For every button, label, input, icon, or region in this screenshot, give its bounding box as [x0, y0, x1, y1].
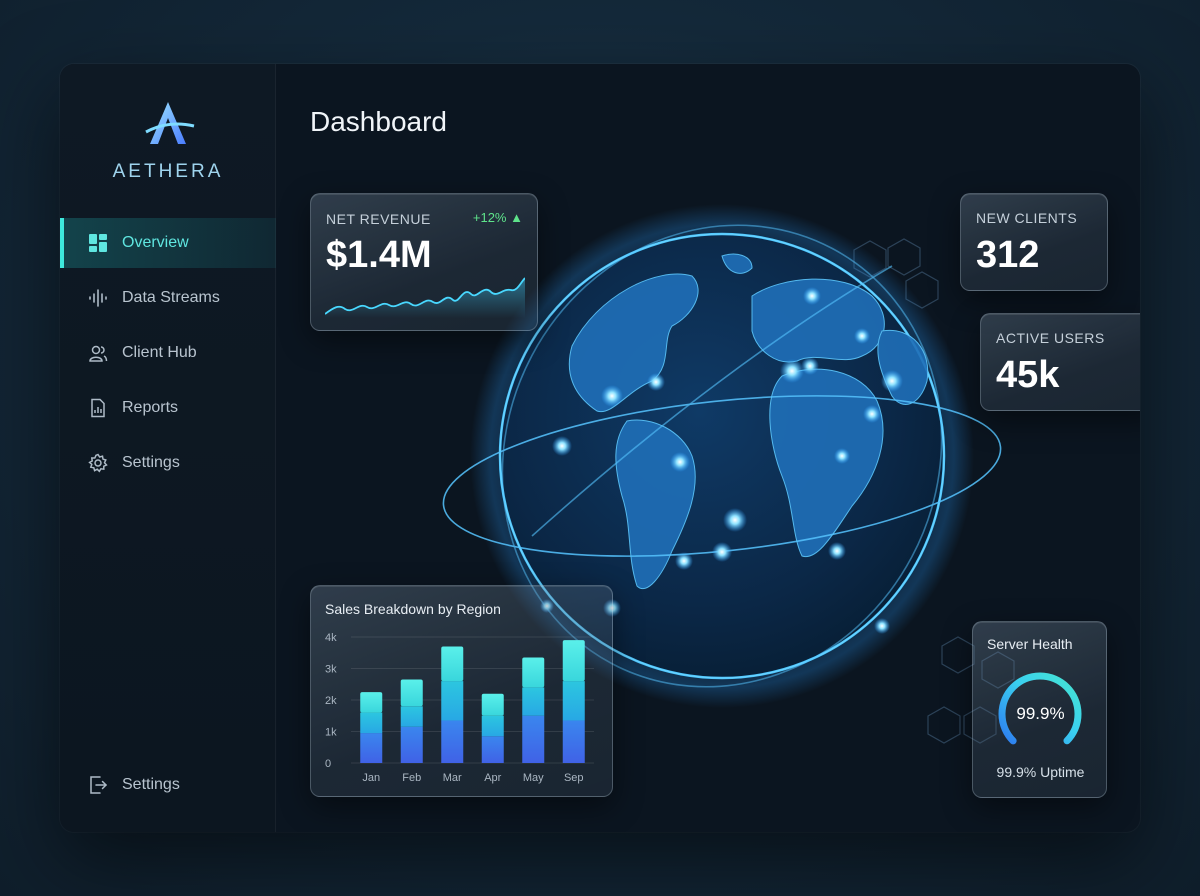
server-uptime-text: 99.9% Uptime — [996, 764, 1085, 780]
bar-segment[interactable] — [441, 681, 464, 721]
server-health-value: 99.9% — [1016, 704, 1065, 723]
sidebar-item-client-hub[interactable]: Client Hub — [60, 328, 276, 378]
revenue-label: NET REVENUE — [326, 211, 431, 227]
bar-segment[interactable] — [522, 687, 545, 716]
sidebar-item-label: Settings — [122, 776, 180, 793]
grid-icon — [88, 233, 108, 253]
brand: AETHERA — [60, 98, 276, 183]
sidebar-item-label: Settings — [122, 454, 180, 471]
sales-chart-card[interactable]: Sales Breakdown by Region 0 1k 2k 3k 4k … — [310, 585, 613, 797]
active-users-label: ACTIVE USERS — [996, 330, 1105, 346]
sidebar-nav: Overview Data Streams Client Hub Reports — [60, 218, 276, 493]
sidebar-item-label: Data Streams — [122, 289, 220, 306]
sidebar-bottom: Settings — [60, 760, 276, 815]
new-clients-label: NEW CLIENTS — [976, 210, 1078, 226]
logo-icon — [145, 102, 195, 144]
main-content: Dashboard NET REVENUE +12% ▲ $1.4M NEW C… — [276, 64, 1140, 832]
sidebar-item-overview[interactable]: Overview — [60, 218, 276, 268]
x-tick-label: May — [523, 772, 544, 784]
bar-segment[interactable] — [400, 706, 423, 727]
bar-segment[interactable] — [481, 736, 504, 763]
bar-segment[interactable] — [522, 715, 545, 763]
revenue-card[interactable]: NET REVENUE +12% ▲ $1.4M — [310, 193, 538, 331]
logout-icon — [88, 775, 108, 795]
bar-segment[interactable] — [481, 693, 504, 716]
revenue-sparkline — [325, 277, 525, 318]
server-health-card[interactable]: Server Health 99.9% 99.9% Uptime — [972, 621, 1107, 798]
sidebar-item-settings[interactable]: Settings — [60, 438, 276, 488]
active-users-value: 45k — [996, 354, 1060, 396]
sidebar-item-label: Reports — [122, 399, 179, 416]
sidebar-item-reports[interactable]: Reports — [60, 383, 276, 433]
bar-segment[interactable] — [562, 720, 585, 763]
bar-segment[interactable] — [360, 712, 383, 734]
active-users-card[interactable]: ACTIVE USERS 45k — [980, 313, 1140, 411]
bar-segment[interactable] — [400, 679, 423, 707]
bar-segment[interactable] — [441, 646, 464, 682]
sidebar: AETHERA Overview Data Streams Client Hub — [60, 64, 276, 832]
bar-segment[interactable] — [400, 726, 423, 763]
x-tick-label: Feb — [402, 772, 421, 784]
x-tick-label: Sep — [564, 772, 584, 784]
x-tick-label: Mar — [443, 772, 462, 784]
new-clients-card[interactable]: NEW CLIENTS 312 — [960, 193, 1108, 291]
bar-segment[interactable] — [360, 733, 383, 763]
triangle-up-icon: ▲ — [510, 210, 523, 225]
app-window: AETHERA Overview Data Streams Client Hub — [60, 64, 1140, 832]
server-health-title: Server Health — [987, 636, 1073, 652]
bar-segment[interactable] — [481, 715, 504, 737]
sales-bar-chart: 0 1k 2k 3k 4k Jan Feb Mar Apr May Sep — [325, 632, 594, 784]
bar-segment[interactable] — [360, 692, 383, 713]
new-clients-value: 312 — [976, 234, 1040, 276]
bar-segment[interactable] — [562, 640, 585, 682]
gear-icon — [88, 453, 108, 473]
sidebar-item-label: Overview — [122, 234, 189, 251]
y-tick-label: 1k — [325, 727, 337, 739]
waveform-icon — [88, 288, 108, 308]
bar-segment[interactable] — [441, 720, 464, 763]
x-tick-label: Jan — [362, 772, 380, 784]
report-icon — [88, 398, 108, 418]
bar-segment[interactable] — [562, 681, 585, 721]
sidebar-item-bottom-settings[interactable]: Settings — [60, 760, 276, 810]
revenue-delta-badge: +12% ▲ — [472, 210, 523, 225]
y-tick-label: 2k — [325, 695, 337, 707]
page-title: Dashboard — [310, 106, 447, 137]
sidebar-item-label: Client Hub — [122, 344, 197, 361]
y-tick-label: 4k — [325, 632, 337, 644]
brand-name: AETHERA — [112, 161, 224, 182]
y-tick-label: 3k — [325, 664, 337, 676]
x-tick-label: Apr — [484, 772, 501, 784]
revenue-value: $1.4M — [326, 234, 432, 276]
y-tick-label: 0 — [325, 758, 331, 770]
users-icon — [88, 343, 108, 363]
sidebar-item-data-streams[interactable]: Data Streams — [60, 273, 276, 323]
bar-segment[interactable] — [522, 657, 545, 688]
